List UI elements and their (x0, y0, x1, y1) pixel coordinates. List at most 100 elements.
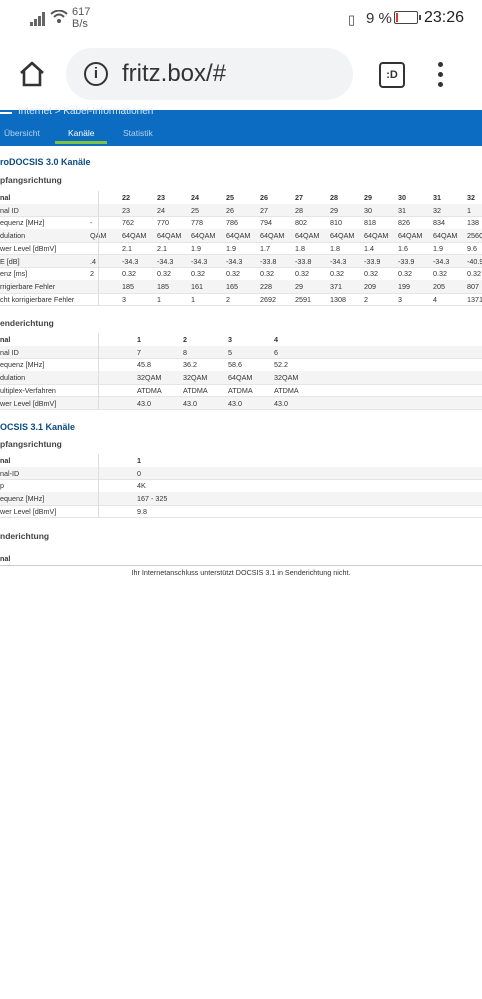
table-row: ultiplex-Verfahren ATDMA ATDMA ATDMA ATDMA (0, 384, 482, 398)
more-menu-icon[interactable] (438, 62, 444, 88)
table-cell: 1.4 (364, 243, 374, 253)
table-row: wer Level [dBmV] 2.1 2.1 1.9 1.9 1.7 1.8 1.8 1.4… (0, 242, 482, 256)
table-cell: 0.32 (433, 269, 447, 279)
table-cell: -34.3 (433, 256, 450, 266)
tab-uebersicht[interactable]: Übersicht (4, 128, 40, 138)
table-cell: 32QAM (137, 373, 162, 383)
table-cell: 7 (137, 347, 141, 357)
table-cell: 167 - 325 (137, 494, 168, 504)
clock: 23:26 (424, 9, 465, 26)
table-cell: 0 (137, 468, 141, 478)
tab-kanaele[interactable]: Kanäle (68, 128, 94, 138)
table-cell: 165 (226, 281, 238, 291)
docsis30-downstream-title: pfangsrichtung (0, 175, 62, 185)
docsis30-title: roDOCSIS 3.0 Kanäle (0, 157, 91, 167)
table-cell: 1.6 (398, 243, 408, 253)
table-row: nal 1 (0, 454, 482, 468)
table-cell: 802 (295, 218, 307, 228)
table-cell: 23 (122, 205, 130, 215)
network-speed-unit: B/s (72, 18, 88, 30)
table-cell: 0.32 (467, 269, 481, 279)
table-row: nal-ID 0 (0, 466, 482, 481)
table-cell: 58.6 (228, 360, 242, 370)
table-cell: 786 (226, 218, 238, 228)
table-cell: -33.8 (260, 256, 277, 266)
status-bar: 617 B/s ▯ 9 % 23:26 (0, 0, 482, 40)
docsis31-upstream-title: nderichtung (0, 531, 50, 541)
table-cell: 4 (433, 294, 437, 304)
table-cell: 770 (157, 218, 169, 228)
table-cell: 1.8 (295, 243, 305, 253)
vibrate-icon: ▯ (348, 12, 356, 27)
table-cell: 25 (191, 205, 199, 215)
table-cell: 9.6 (467, 243, 477, 253)
docsis30-downstream-table: nal 22 23 24 25 26 27 28 29 30 31 32 nal ID 23 24 25 26 2… (0, 191, 482, 307)
table-cell: 209 (364, 281, 376, 291)
table-cell: 43.0 (183, 398, 197, 408)
table-row: equenz [MHz] 167 - 325 (0, 492, 482, 506)
table-cell: -33.8 (295, 256, 312, 266)
table-cell: 27 (260, 205, 268, 215)
table-cell: 6 (274, 347, 278, 357)
table-cell: 762 (122, 218, 134, 228)
table-cell: nal (0, 554, 11, 563)
table-cell: 64QAM (157, 231, 182, 241)
table-cell: 64QAM (226, 231, 251, 241)
url-text[interactable]: fritz.box/# (122, 60, 226, 88)
browser-toolbar: i fritz.box/# :D (0, 40, 482, 110)
table-cell: 3 (398, 294, 402, 304)
table-cell: 2 (364, 294, 368, 304)
table-row: cht korrigierbare Fehler 3 1 1 2 2692 2591 1308… (0, 293, 482, 307)
row-label: ultiplex-Verfahren (0, 385, 56, 395)
table-row: equenz [MHz] 45.8 36.2 58.6 52.2 (0, 358, 482, 373)
home-icon[interactable] (18, 60, 46, 88)
table-cell: 138 (467, 218, 479, 228)
table-cell: 0.32 (398, 269, 412, 279)
signal-icon (30, 12, 46, 26)
table-cell: 2692 (260, 294, 276, 304)
table-cell: 2 (183, 335, 187, 344)
tab-switcher-button[interactable]: :D (379, 62, 405, 88)
table-cell: 45.8 (137, 360, 151, 370)
column-divider (98, 454, 99, 518)
table-cell: 1 (191, 294, 195, 304)
row-label: rrigierbare Fehler (0, 281, 56, 291)
active-tab-indicator (55, 141, 107, 144)
menu-bar-icon[interactable] (0, 112, 12, 114)
table-row: nal ID 23 24 25 26 27 28 29 30 31 32 1 (0, 203, 482, 218)
table-cell: 2.1 (157, 243, 167, 253)
docsis30-upstream-title: enderichtung (0, 318, 54, 328)
table-row: dulationQAM64QAM64QAM64QAM64QAM64QAM64QA… (0, 229, 482, 243)
table-cell: ATDMA (228, 385, 253, 395)
table-cell: 32 (433, 205, 441, 215)
table-cell: 43.0 (274, 398, 288, 408)
table-cell: 27 (295, 193, 303, 202)
table-cell: 43.0 (228, 398, 242, 408)
table-cell: 64QAM (295, 231, 320, 241)
table-cell: 29 (295, 281, 303, 291)
table-cell: 30 (398, 193, 406, 202)
row-label: nal-ID (0, 468, 20, 478)
table-row: nal 1 2 3 4 (0, 333, 482, 347)
table-cell: 199 (398, 281, 410, 291)
row-label: p (0, 481, 4, 491)
row-label: E [dB] (0, 256, 20, 266)
table-cell: 1.9 (226, 243, 236, 253)
table-cell: 0.32 (364, 269, 378, 279)
address-bar[interactable]: i fritz.box/# (66, 48, 353, 100)
table-cell: 2 (226, 294, 230, 304)
battery-icon (394, 11, 421, 24)
info-icon[interactable]: i (84, 62, 108, 86)
table-row: E [dB] .4 -34.3 -34.3 -34.3 -34.3 -33.8 -33.8 -3… (0, 254, 482, 269)
table-cell: -34.3 (157, 256, 174, 266)
table-cell: 64QAM (330, 231, 355, 241)
table-cell: 205 (433, 281, 445, 291)
row-label: nal (0, 335, 11, 344)
row-label: nal (0, 193, 11, 202)
table-cell: 2.1 (122, 243, 132, 253)
table-row: rrigierbare Fehler 185 185 161 165 228 29 371 20… (0, 279, 482, 294)
table-cell: 1371 (467, 294, 482, 304)
table-row: p 4K (0, 479, 482, 494)
tab-statistik[interactable]: Statistik (123, 128, 153, 138)
docsis31-upstream-table: nal Ihr Internetanschluss unterstützt DO… (0, 552, 482, 580)
